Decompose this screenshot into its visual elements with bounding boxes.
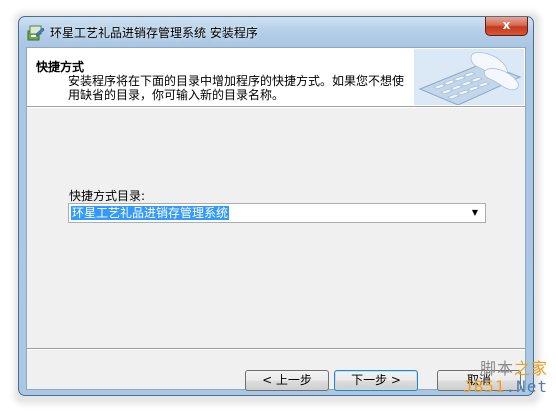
- header-divider: [27, 106, 525, 108]
- keyboard-hands-image: [414, 49, 524, 105]
- next-button[interactable]: 下一步 >: [334, 370, 418, 391]
- page-title: 快捷方式: [36, 60, 85, 74]
- back-button[interactable]: < 上一步: [245, 370, 329, 391]
- footer-divider: [27, 348, 525, 350]
- shortcut-folder-value[interactable]: 环星工艺礼品进销存管理系统: [71, 206, 230, 220]
- app-setup-icon: [27, 25, 45, 41]
- cancel-button[interactable]: 取消: [437, 370, 521, 391]
- dropdown-arrow-icon[interactable]: ▼: [468, 206, 482, 220]
- close-button[interactable]: x: [485, 17, 528, 36]
- wizard-header: 快捷方式 安装程序将在下面的目录中增加程序的快捷方式。如果您不想使用缺省的目录，…: [27, 48, 525, 106]
- shortcut-folder-label: 快捷方式目录:: [69, 189, 146, 203]
- close-icon: x: [502, 18, 511, 32]
- shortcut-folder-combobox[interactable]: 环星工艺礼品进销存管理系统 ▼: [68, 203, 486, 223]
- window-title: 环星工艺礼品进销存管理系统 安装程序: [50, 26, 258, 40]
- page-description: 安装程序将在下面的目录中增加程序的快捷方式。如果您不想使用缺省的目录，你可输入新…: [68, 74, 405, 102]
- dialog-client-area: 快捷方式 安装程序将在下面的目录中增加程序的快捷方式。如果您不想使用缺省的目录，…: [26, 47, 526, 391]
- title-bar[interactable]: 环星工艺礼品进销存管理系统 安装程序 x: [19, 17, 533, 47]
- installer-window: 环星工艺礼品进销存管理系统 安装程序 x 快捷方式 安装程序将在下面的目录中增加…: [18, 16, 534, 396]
